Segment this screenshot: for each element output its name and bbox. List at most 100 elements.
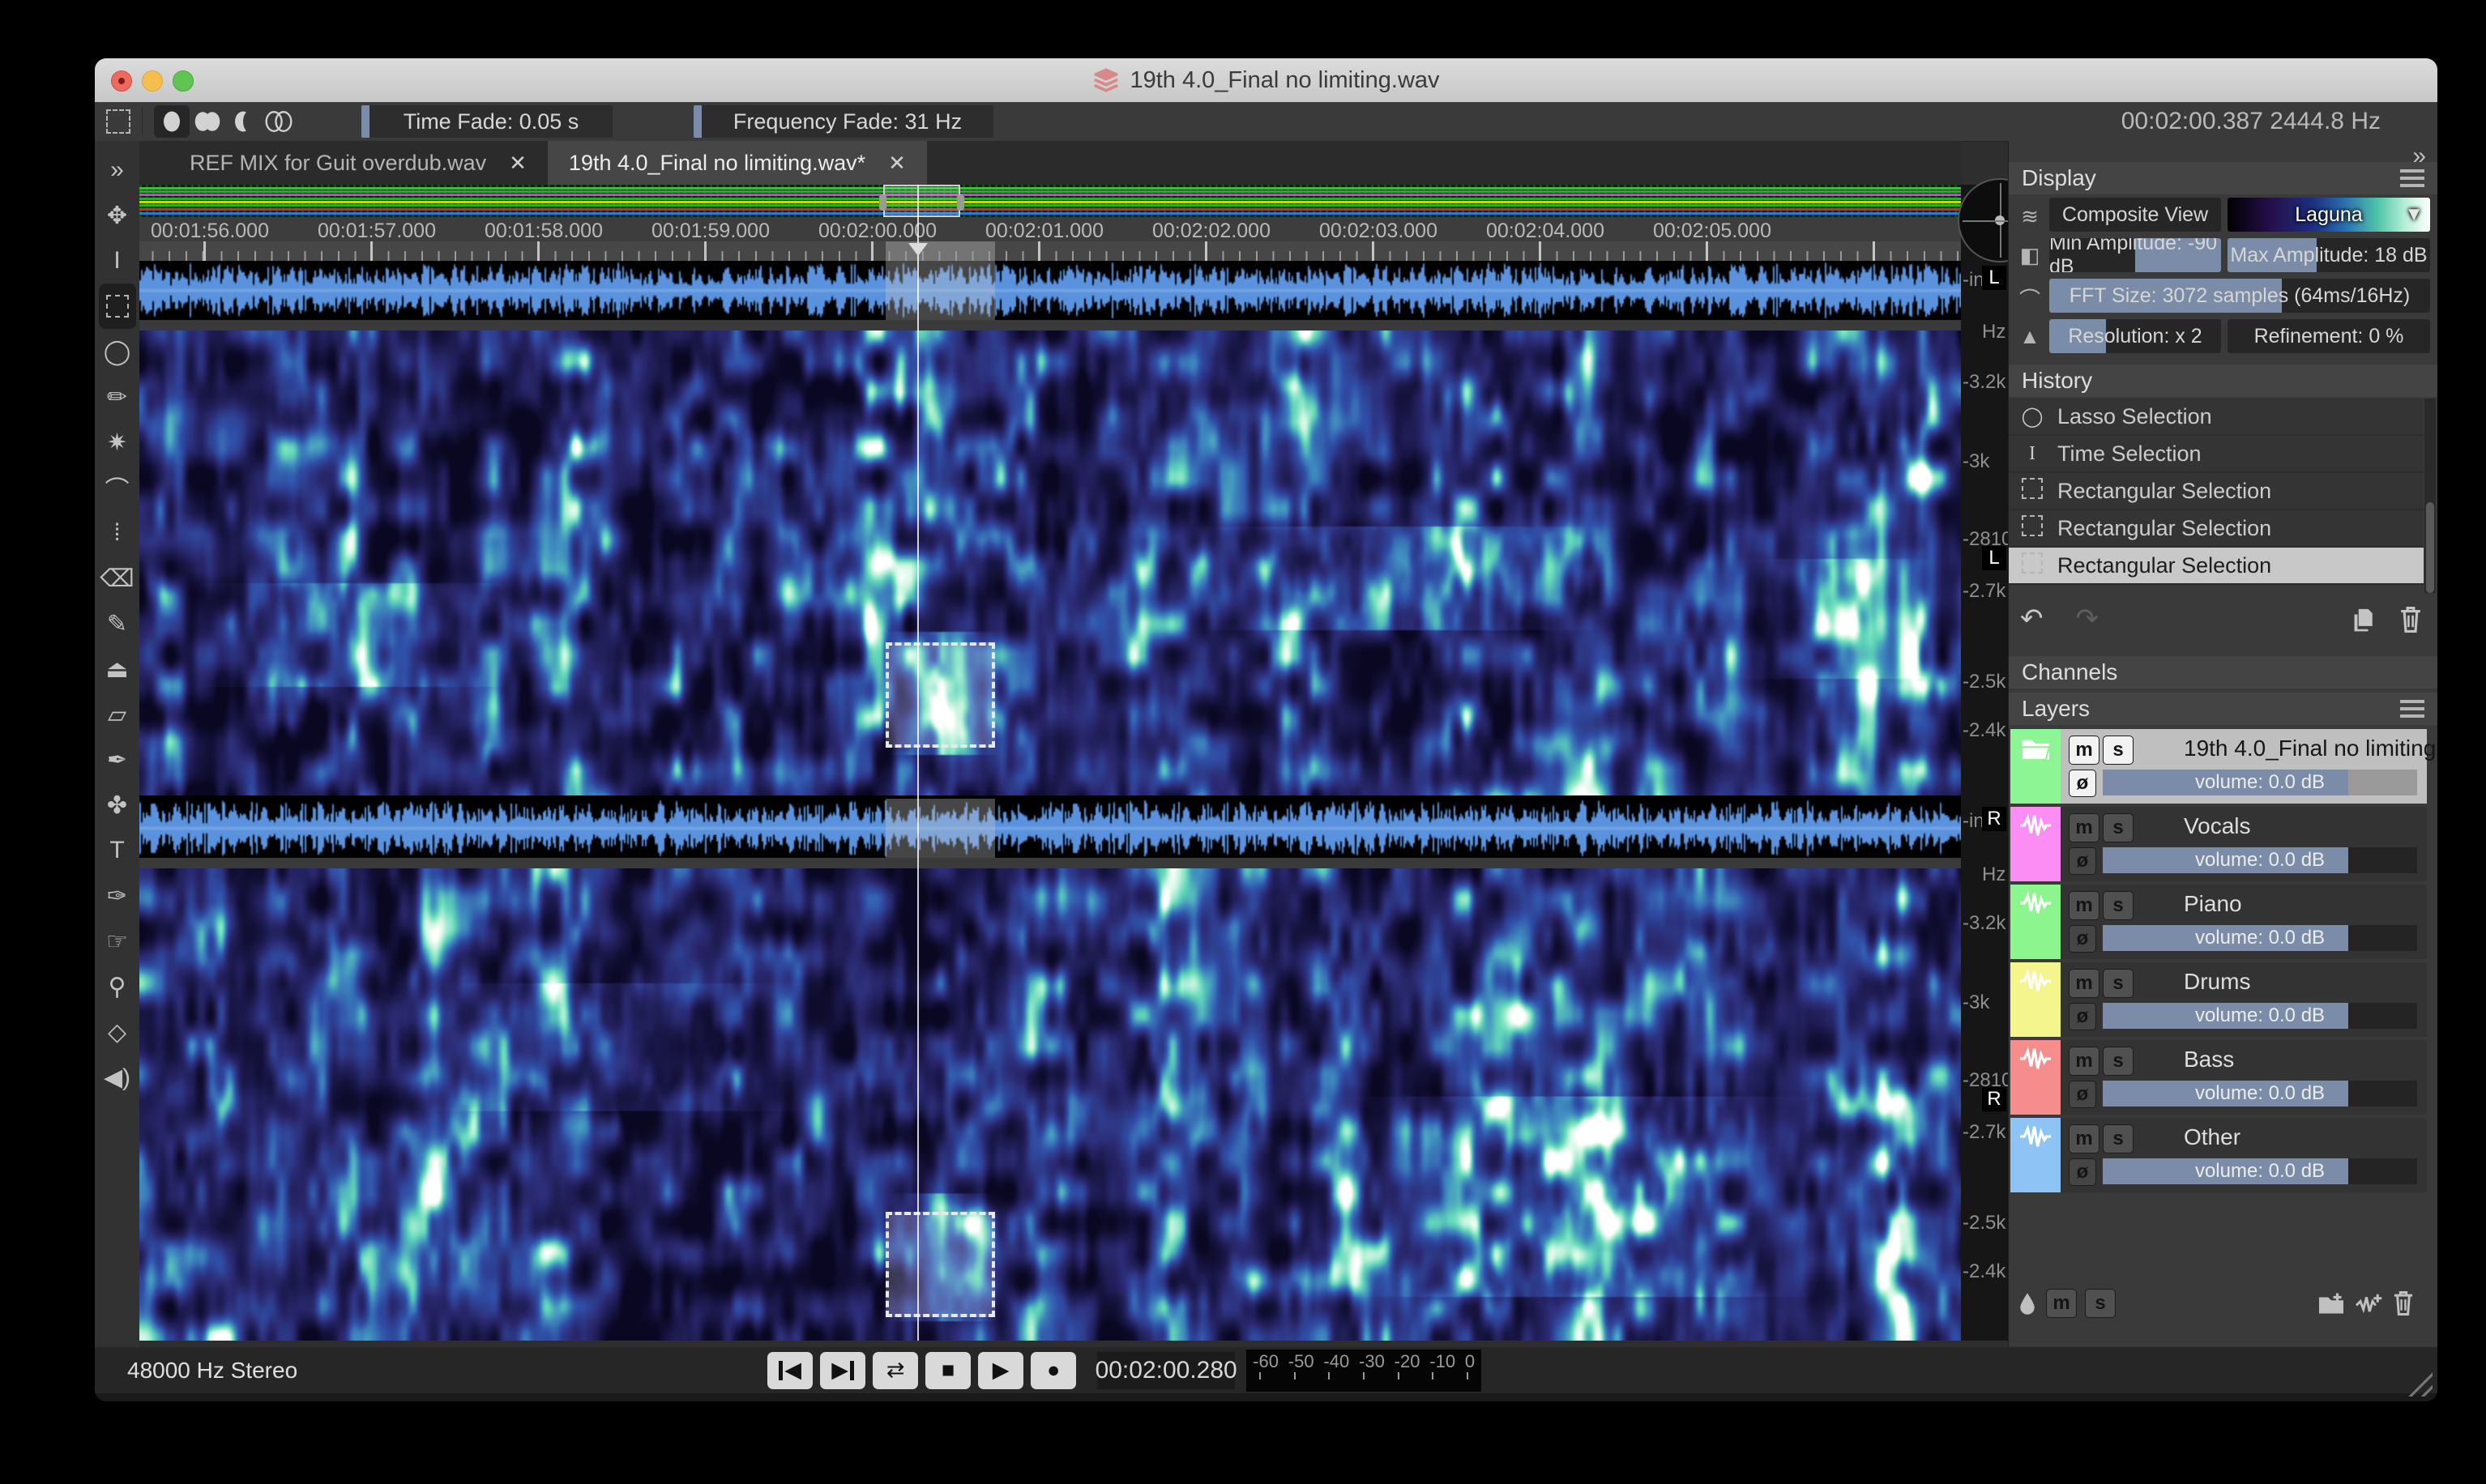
text-tool[interactable]: T bbox=[99, 828, 136, 873]
spray-tool[interactable]: ✤ bbox=[99, 783, 136, 828]
layer-name[interactable]: 19th 4.0_Final no limiting.w bbox=[2184, 736, 2437, 761]
composite-view-button[interactable]: Composite View bbox=[2049, 198, 2221, 232]
phase-invert-button[interactable]: ø bbox=[2069, 1081, 2096, 1108]
history-item[interactable]: Rectangular Selection bbox=[2009, 548, 2424, 585]
volume-slider[interactable]: volume: 0.0 dB bbox=[2103, 1081, 2417, 1107]
selection-rectangle-right[interactable] bbox=[886, 1212, 995, 1317]
spectrogram-left-channel[interactable] bbox=[139, 330, 1961, 795]
window-titlebar[interactable]: 19th 4.0_Final no limiting.wav bbox=[95, 58, 2437, 103]
waveform-left-channel[interactable] bbox=[139, 261, 1961, 320]
mute-all-button[interactable]: m bbox=[2046, 1289, 2077, 1318]
layer-waveform-icon[interactable] bbox=[2010, 885, 2061, 959]
pane-divider[interactable] bbox=[139, 858, 1961, 868]
layer-waveform-icon[interactable] bbox=[2010, 1118, 2061, 1192]
tab-close-icon[interactable]: ✕ bbox=[509, 151, 527, 176]
picker-tool[interactable]: ✑ bbox=[99, 873, 136, 919]
transform-tool[interactable]: ✥ bbox=[99, 193, 136, 238]
layer-row-vocals[interactable]: msVocalsøvolume: 0.0 dB bbox=[2010, 807, 2427, 881]
layer-name[interactable]: Other bbox=[2184, 1124, 2240, 1150]
layer-row-piano[interactable]: msPianoøvolume: 0.0 dB bbox=[2010, 885, 2427, 959]
editor-area[interactable]: 00:01:56.00000:01:57.00000:01:58.00000:0… bbox=[139, 185, 1961, 1341]
lasso-selection-tool[interactable]: ◯ bbox=[99, 329, 136, 374]
layer-row-drums[interactable]: msDrumsøvolume: 0.0 dB bbox=[2010, 962, 2427, 1037]
harmonics-selection-tool[interactable]: ⁞ bbox=[99, 510, 136, 556]
play-button[interactable]: ▶ bbox=[978, 1352, 1023, 1389]
layer-row-bass[interactable]: ms Bass ø volume: 0.0 dB bbox=[2010, 1040, 2427, 1115]
history-item[interactable]: Rectangular Selection bbox=[2009, 510, 2424, 548]
time-selection-tool[interactable]: I bbox=[99, 238, 136, 284]
history-scrollbar-thumb[interactable] bbox=[2426, 502, 2434, 593]
history-item[interactable]: ITime Selection bbox=[2009, 436, 2424, 473]
overview-handle-right[interactable] bbox=[957, 194, 964, 211]
selection-mode-new[interactable] bbox=[154, 105, 190, 138]
skip-to-start-button[interactable]: ◀ bbox=[767, 1352, 813, 1389]
history-section-header[interactable]: History bbox=[2009, 365, 2437, 397]
solo-button[interactable]: s bbox=[2103, 1047, 2134, 1076]
magic-wand-tool[interactable]: ✷ bbox=[99, 420, 136, 465]
pencil-tool[interactable]: ✒ bbox=[99, 737, 136, 783]
fill-tool-icon[interactable] bbox=[2017, 1291, 2038, 1316]
frequency-fade-field[interactable]: Frequency Fade: 31 Hz bbox=[694, 105, 993, 138]
mute-button[interactable]: m bbox=[2069, 1047, 2099, 1076]
tab-close-icon[interactable]: ✕ bbox=[888, 151, 906, 176]
time-ruler[interactable]: 00:01:56.00000:01:57.00000:01:58.00000:0… bbox=[139, 217, 1961, 261]
record-button[interactable]: ● bbox=[1031, 1352, 1076, 1389]
layer-row-other[interactable]: msOtherøvolume: 0.0 dB bbox=[2010, 1118, 2427, 1192]
history-item[interactable]: ◯Lasso Selection bbox=[2009, 399, 2424, 436]
selection-mode-add[interactable] bbox=[190, 105, 225, 138]
eraser-tool[interactable]: ⌫ bbox=[99, 556, 136, 601]
colormap-select[interactable]: Laguna▼ bbox=[2228, 198, 2430, 232]
selection-style-icon[interactable] bbox=[106, 109, 130, 134]
history-scrollbar[interactable] bbox=[2424, 399, 2436, 593]
frequency-selection-tool[interactable]: ⌒ bbox=[99, 465, 136, 510]
volume-slider[interactable]: volume: 0.0 dB bbox=[2103, 1158, 2417, 1184]
skip-to-end-button[interactable]: ▶ bbox=[820, 1352, 865, 1389]
new-group-icon[interactable] bbox=[2317, 1291, 2346, 1316]
tab-2[interactable]: 19th 4.0_Final no limiting.wav*✕ bbox=[548, 141, 927, 185]
phase-invert-button[interactable]: ø bbox=[2069, 770, 2096, 797]
selection-rectangle-left[interactable] bbox=[886, 642, 995, 748]
solo-button[interactable]: s bbox=[2103, 969, 2134, 998]
time-fade-field[interactable]: Time Fade: 0.05 s bbox=[361, 105, 613, 138]
overview-handle-left[interactable] bbox=[879, 194, 886, 211]
resolution-slider[interactable]: Resolution: x 2 bbox=[2049, 319, 2221, 353]
mute-button[interactable]: m bbox=[2069, 969, 2099, 998]
max-amplitude-slider[interactable]: Max Amplitude: 18 dB bbox=[2228, 238, 2430, 272]
mute-button[interactable]: m bbox=[2069, 1124, 2099, 1154]
overview-view-window[interactable] bbox=[883, 185, 960, 217]
stop-button[interactable]: ■ bbox=[925, 1352, 971, 1389]
tab-1[interactable]: REF MIX for Guit overdub.wav✕ bbox=[169, 141, 548, 185]
phase-invert-button[interactable]: ø bbox=[2069, 847, 2096, 875]
pane-divider[interactable] bbox=[139, 320, 1961, 330]
solo-button[interactable]: s bbox=[2103, 813, 2134, 842]
rectangular-selection-tool[interactable] bbox=[99, 284, 136, 329]
menu-icon[interactable] bbox=[2400, 700, 2424, 718]
playhead-marker[interactable] bbox=[908, 243, 928, 256]
layer-waveform-icon[interactable] bbox=[2010, 807, 2061, 881]
amplifier-tool[interactable]: ✎ bbox=[99, 601, 136, 646]
delete-layer-icon[interactable] bbox=[2391, 1290, 2416, 1316]
layer-name[interactable]: Bass bbox=[2184, 1047, 2234, 1072]
selection-mode-intersect[interactable] bbox=[261, 105, 297, 138]
file-overview-strip[interactable] bbox=[139, 185, 1961, 217]
fast-forward-icon[interactable]: » bbox=[99, 147, 136, 193]
layer-name[interactable]: Vocals bbox=[2184, 813, 2251, 839]
volume-slider[interactable]: volume: 0.0 dB bbox=[2103, 925, 2417, 951]
volume-slider[interactable]: volume: 0.0 dB bbox=[2103, 847, 2417, 873]
mute-button[interactable]: m bbox=[2069, 736, 2099, 765]
solo-button[interactable]: s bbox=[2103, 1124, 2134, 1154]
new-layer-icon[interactable] bbox=[2354, 1291, 2383, 1316]
waveform-right-channel[interactable] bbox=[139, 799, 1961, 858]
delete-state-icon[interactable] bbox=[2398, 606, 2423, 633]
view-3d-tool[interactable]: ◇ bbox=[99, 1009, 136, 1055]
hand-tool[interactable]: ☞ bbox=[99, 919, 136, 964]
solo-button[interactable]: s bbox=[2103, 891, 2134, 920]
layer-name[interactable]: Piano bbox=[2184, 891, 2242, 917]
channels-section-header[interactable]: Channels bbox=[2009, 656, 2437, 689]
heal-tool[interactable]: ▱ bbox=[99, 692, 136, 737]
mute-button[interactable]: m bbox=[2069, 891, 2099, 920]
zoom-tool[interactable]: ⚲ bbox=[99, 964, 136, 1009]
refinement-slider[interactable]: Refinement: 0 % bbox=[2228, 319, 2430, 353]
undo-icon[interactable]: ↶ bbox=[2020, 603, 2044, 635]
clone-stamp-tool[interactable]: ⏏ bbox=[99, 646, 136, 692]
